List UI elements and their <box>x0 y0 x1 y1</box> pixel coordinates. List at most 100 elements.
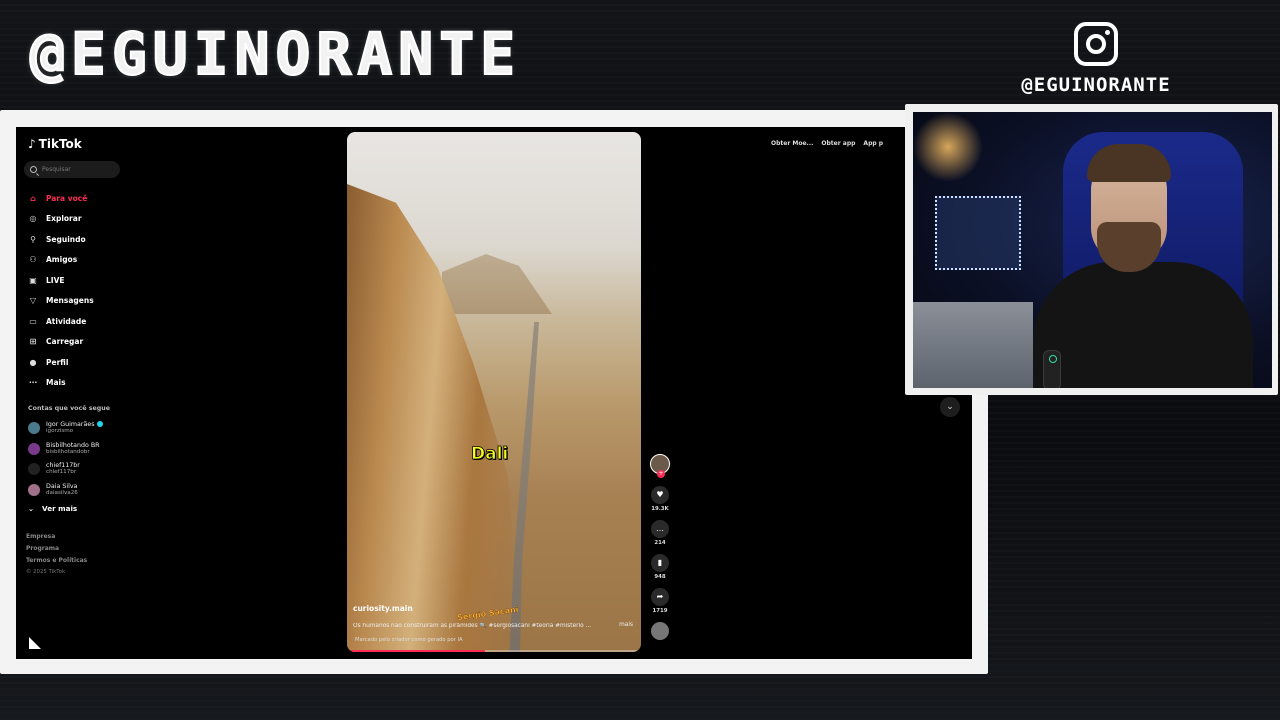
avatar <box>28 442 40 455</box>
nav-item-amigos[interactable]: ⚇ Amigos <box>24 250 134 271</box>
nav-label: Carregar <box>46 337 84 347</box>
share-icon: ➦ <box>656 592 664 601</box>
see-more-label: Ver mais <box>42 504 78 513</box>
following-account[interactable]: Daia Silva daiasilva26 <box>24 480 134 501</box>
nav-item-live[interactable]: ▣ LIVE <box>24 270 134 291</box>
comment-button[interactable]: … <box>651 520 669 538</box>
nav-item-seguindo[interactable]: ⚲ Seguindo <box>24 229 134 250</box>
desktop-app-button[interactable]: App p <box>863 140 883 147</box>
messages-icon: ▽ <box>29 296 37 306</box>
webcam-lamp <box>913 112 983 182</box>
mic-led <box>1049 355 1057 363</box>
search-icon <box>30 166 37 173</box>
video-caption-word: Dali <box>471 444 509 465</box>
search-input[interactable]: Pesquisar <box>24 161 120 178</box>
ai-generated-label: Marcado pelo criador como gerado por IA <box>355 637 463 643</box>
nav-item-perfil[interactable]: ● Perfil <box>24 352 134 373</box>
instagram-icon <box>1074 22 1118 66</box>
comment-icon: … <box>656 524 664 533</box>
nav-label: Mensagens <box>46 296 94 306</box>
action-rail: + ♥ 19.3K … 214 ▮ 948 ➦ 1719 <box>649 454 671 640</box>
nav-label: Perfil <box>46 357 69 367</box>
channel-brand-title: @EGUINORANTE <box>29 19 522 89</box>
account-name: Daia Silva <box>46 482 78 490</box>
account-handle: chief117br <box>46 469 77 476</box>
search-placeholder: Pesquisar <box>42 166 71 173</box>
activity-icon: ▭ <box>29 316 37 326</box>
footer-link-programa[interactable]: Programa <box>26 545 134 552</box>
following-account[interactable]: Igor Guimarães igorzismo <box>24 418 134 439</box>
nav-item-carregar[interactable]: ⊞ Carregar <box>24 332 134 353</box>
account-handle: daiasilva26 <box>46 489 78 496</box>
profile-icon: ● <box>29 357 37 367</box>
share-button[interactable]: ➦ <box>651 588 669 606</box>
follow-plus-icon[interactable]: + <box>657 470 665 478</box>
footer-link-empresa[interactable]: Empresa <box>26 533 134 540</box>
nav-label: Atividade <box>46 316 87 326</box>
instagram-handle: @EGUINORANTE <box>1021 74 1171 96</box>
more-icon: ⋯ <box>29 378 37 388</box>
comment-count: 214 <box>654 540 666 546</box>
nav-item-para-voce[interactable]: ⌂ Para você <box>24 188 134 209</box>
friends-icon: ⚇ <box>29 255 37 265</box>
compass-icon: ◎ <box>29 214 37 224</box>
share-count: 1719 <box>652 608 668 614</box>
get-app-button[interactable]: Obter app <box>821 140 855 147</box>
chevron-down-icon: ⌄ <box>946 402 954 412</box>
video-description: Os humanos não construíram as pirâmides … <box>353 623 592 629</box>
home-icon: ⌂ <box>30 193 36 203</box>
following-section-title: Contas que você segue <box>28 405 110 412</box>
save-count: 948 <box>654 574 666 580</box>
get-coins-button[interactable]: Obter Moe... <box>771 140 813 147</box>
webcam-shelf <box>935 196 1021 270</box>
account-handle: bisbilhotandobr <box>46 448 90 455</box>
bookmark-icon: ▮ <box>657 558 663 567</box>
account-name: chief117br <box>46 462 80 470</box>
top-actions: Obter Moe... Obter app App p <box>771 140 883 147</box>
creator-avatar[interactable]: + <box>650 454 670 478</box>
copyright: © 2025 TikTok <box>26 569 66 575</box>
following-icon: ⚲ <box>30 234 36 244</box>
video-player[interactable]: Dali Sergio Sacani curiosity.main Os hum… <box>347 132 641 652</box>
sound-disc[interactable] <box>651 622 669 640</box>
next-video-button[interactable]: ⌄ <box>940 397 960 417</box>
account-name: Bisbilhotando BR <box>46 441 100 449</box>
video-scene-mesa <box>442 254 552 314</box>
account-name: Igor Guimarães <box>46 421 95 429</box>
video-more-link[interactable]: mais <box>619 622 633 628</box>
nav-label: Mais <box>46 378 66 388</box>
avatar <box>28 483 40 496</box>
like-button[interactable]: ♥ <box>651 486 669 504</box>
video-scene-cliff <box>347 184 522 652</box>
account-handle: igorzismo <box>46 428 74 435</box>
nav-item-explorar[interactable]: ◎ Explorar <box>24 209 134 230</box>
nav-item-atividade[interactable]: ▭ Atividade <box>24 311 134 332</box>
see-more-button[interactable]: ⌄ Ver mais <box>24 504 134 513</box>
webcam-person-hair <box>1087 144 1171 182</box>
video-progress-bar[interactable] <box>347 650 641 652</box>
nav-item-mensagens[interactable]: ▽ Mensagens <box>24 291 134 312</box>
logo-text: TikTok <box>38 137 82 151</box>
nav-label: LIVE <box>46 275 65 285</box>
corner-marker <box>29 637 41 649</box>
avatar <box>28 422 40 435</box>
avatar <box>28 463 40 476</box>
sidebar: ♪ TikTok Pesquisar ⌂ Para você ◎ Explora… <box>24 135 134 580</box>
footer-link-termos[interactable]: Termos e Políticas <box>26 557 134 564</box>
heart-icon: ♥ <box>656 490 664 499</box>
tiktok-logo[interactable]: ♪ TikTok <box>28 137 134 151</box>
like-count: 19.3K <box>651 506 669 512</box>
nav-label: Amigos <box>46 255 78 265</box>
microphone <box>1043 350 1061 388</box>
tiktok-window: ♪ TikTok Pesquisar ⌂ Para você ◎ Explora… <box>16 127 972 659</box>
chevron-down-icon: ⌄ <box>28 504 35 513</box>
nav-item-mais[interactable]: ⋯ Mais <box>24 373 134 394</box>
save-button[interactable]: ▮ <box>651 554 669 572</box>
video-author[interactable]: curiosity.main <box>353 604 413 613</box>
sidebar-footer: Empresa Programa Termos e Políticas © 20… <box>24 533 134 575</box>
verified-icon <box>96 421 103 428</box>
instagram-block: @EGUINORANTE <box>996 22 1196 96</box>
following-account[interactable]: chief117br chief117br <box>24 459 134 480</box>
nav-label: Para você <box>46 193 88 203</box>
following-account[interactable]: Bisbilhotando BR bisbilhotandobr <box>24 439 134 460</box>
